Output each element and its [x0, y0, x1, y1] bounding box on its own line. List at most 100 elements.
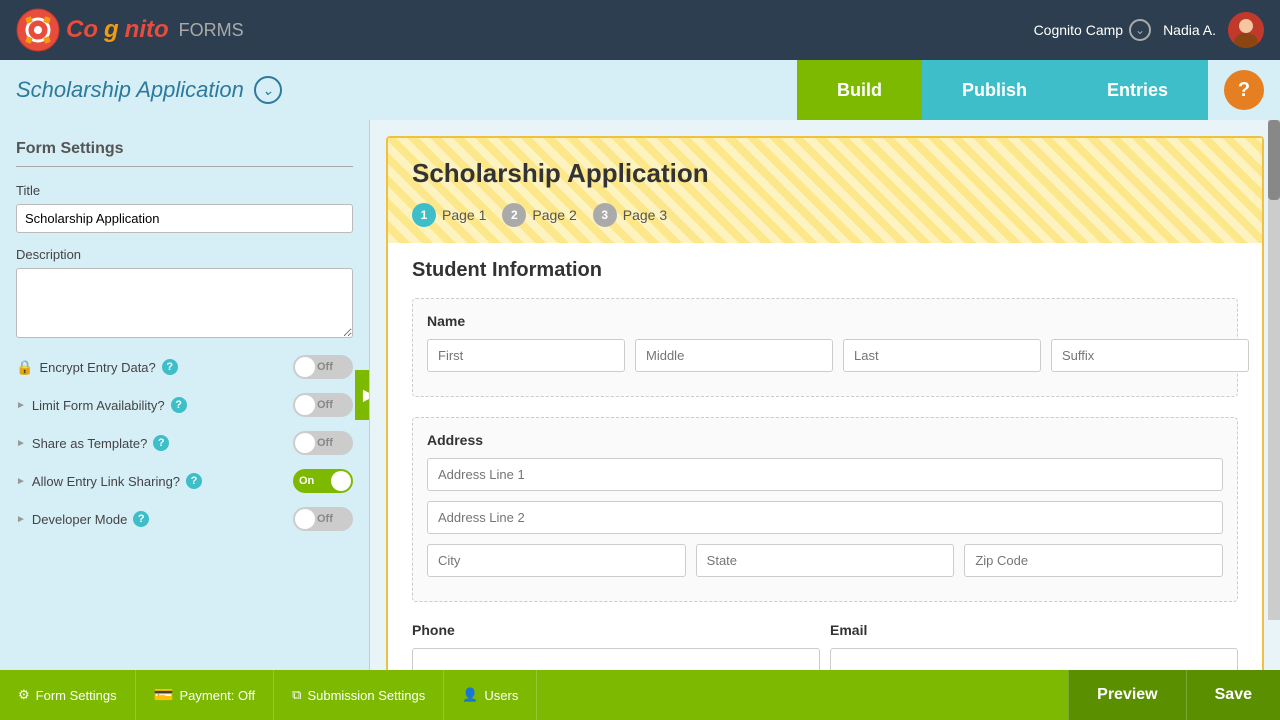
cognito-camp-button[interactable]: Cognito Camp ⌄: [1034, 19, 1152, 41]
form-preview-title: Scholarship Application: [412, 158, 1238, 189]
middle-name-input[interactable]: [635, 339, 833, 372]
zip-input[interactable]: [964, 544, 1223, 577]
developer-help-icon[interactable]: ?: [133, 511, 149, 527]
tab-publish[interactable]: Publish: [922, 60, 1067, 120]
help-button[interactable]: ?: [1224, 70, 1264, 110]
developer-expand-icon: ►: [16, 514, 26, 525]
description-label: Description: [16, 247, 353, 262]
developer-toggle[interactable]: Off: [293, 507, 353, 531]
user-name: Nadia A.: [1163, 22, 1216, 38]
encrypt-toggle[interactable]: Off: [293, 355, 353, 379]
gear-icon: ⚙: [18, 687, 30, 703]
name-input-row: [427, 339, 1223, 372]
content-area: Scholarship Application 1 Page 1 2 Page …: [370, 120, 1280, 670]
page-num-1: 1: [412, 203, 436, 227]
first-name-input[interactable]: [427, 339, 625, 372]
limit-expand-icon: ►: [16, 400, 26, 411]
form-title-chevron-icon[interactable]: ⌄: [254, 76, 282, 104]
city-input[interactable]: [427, 544, 686, 577]
payment-icon: 💳: [154, 685, 174, 705]
limit-toggle[interactable]: Off: [293, 393, 353, 417]
submission-settings-button[interactable]: ⧉ Submission Settings: [274, 670, 444, 720]
tabs: Build Publish Entries: [797, 60, 1208, 120]
limit-help-icon[interactable]: ?: [171, 397, 187, 413]
page-tab-2[interactable]: 2 Page 2: [502, 203, 576, 227]
city-state-zip-row: [427, 544, 1223, 577]
encrypt-help-icon[interactable]: ?: [162, 359, 178, 375]
email-input[interactable]: [830, 648, 1238, 670]
developer-toggle-knob: [295, 509, 315, 529]
share-help-icon[interactable]: ?: [153, 435, 169, 451]
entry-link-help-icon[interactable]: ?: [186, 473, 202, 489]
entry-link-toggle-text: On: [299, 475, 314, 487]
avatar: [1228, 12, 1264, 48]
scrollbar-thumb: [1268, 120, 1280, 200]
address-field-group: Address: [412, 417, 1238, 602]
bottom-bar: ⚙ Form Settings 💳 Payment: Off ⧉ Submiss…: [0, 670, 1280, 720]
users-icon: 👤: [462, 687, 478, 703]
share-expand-icon: ►: [16, 438, 26, 449]
student-info-heading: Student Information: [412, 259, 1238, 282]
share-toggle[interactable]: Off: [293, 431, 353, 455]
payment-button[interactable]: 💳 Payment: Off: [136, 670, 275, 720]
submission-icon: ⧉: [292, 687, 301, 703]
address-label: Address: [427, 432, 1223, 448]
phone-email-row: Phone Email: [412, 622, 1238, 670]
email-label: Email: [830, 622, 1238, 638]
encrypt-toggle-knob: [295, 357, 315, 377]
cognito-camp-chevron-icon[interactable]: ⌄: [1129, 19, 1151, 41]
logo-icon: [16, 8, 60, 52]
encrypt-toggle-text: Off: [317, 361, 333, 373]
save-button[interactable]: Save: [1186, 670, 1280, 720]
users-button[interactable]: 👤 Users: [444, 670, 537, 720]
email-group: Email: [830, 622, 1238, 670]
share-toggle-knob: [295, 433, 315, 453]
lock-icon: 🔒: [16, 359, 33, 376]
phone-label: Phone: [412, 622, 820, 638]
phone-group: Phone: [412, 622, 820, 670]
page-num-3: 3: [593, 203, 617, 227]
address-line1-input[interactable]: [427, 458, 1223, 491]
limit-toggle-text: Off: [317, 399, 333, 411]
tab-build[interactable]: Build: [797, 60, 922, 120]
sidebar: ▶ Form Settings Title Description 🔒 Encr…: [0, 120, 370, 670]
page-num-2: 2: [502, 203, 526, 227]
phone-input[interactable]: [412, 648, 820, 670]
page-tab-1[interactable]: 1 Page 1: [412, 203, 486, 227]
address-line2-input[interactable]: [427, 501, 1223, 534]
form-title-area: Scholarship Application ⌄: [16, 76, 797, 104]
form-settings-button[interactable]: ⚙ Form Settings: [0, 670, 136, 720]
encrypt-row: 🔒 Encrypt Entry Data? ? Off: [16, 355, 353, 379]
last-name-input[interactable]: [843, 339, 1041, 372]
entry-link-expand-icon: ►: [16, 476, 26, 487]
form-settings-title: Form Settings: [16, 140, 353, 167]
logo-forms-text: FORMS: [179, 20, 244, 41]
page-tab-3[interactable]: 3 Page 3: [593, 203, 667, 227]
form-header: Scholarship Application 1 Page 1 2 Page …: [388, 138, 1262, 243]
page-tabs: 1 Page 1 2 Page 2 3 Page 3: [412, 203, 1238, 227]
state-input[interactable]: [696, 544, 955, 577]
tab-bar: Scholarship Application ⌄ Build Publish …: [0, 60, 1280, 120]
description-textarea[interactable]: [16, 268, 353, 338]
developer-toggle-text: Off: [317, 513, 333, 525]
tab-entries[interactable]: Entries: [1067, 60, 1208, 120]
sidebar-collapse-arrow[interactable]: ▶: [355, 370, 370, 420]
suffix-input[interactable]: [1051, 339, 1249, 372]
title-label: Title: [16, 183, 353, 198]
share-toggle-text: Off: [317, 437, 333, 449]
top-nav: Co g nito FORMS Cognito Camp ⌄ Nadia A.: [0, 0, 1280, 60]
preview-button[interactable]: Preview: [1068, 670, 1185, 720]
entry-link-toggle[interactable]: On: [293, 469, 353, 493]
name-field-group: Name: [412, 298, 1238, 397]
name-label: Name: [427, 313, 1223, 329]
form-title-text: Scholarship Application: [16, 77, 244, 103]
title-input[interactable]: [16, 204, 353, 233]
logo[interactable]: Co g nito FORMS: [16, 8, 244, 52]
limit-toggle-knob: [295, 395, 315, 415]
entry-link-toggle-knob: [331, 471, 351, 491]
scrollbar-track[interactable]: [1268, 120, 1280, 620]
form-section-student: Student Information Name Address: [388, 243, 1262, 670]
developer-row: ► Developer Mode ? Off: [16, 507, 353, 531]
form-preview: Scholarship Application 1 Page 1 2 Page …: [386, 136, 1264, 670]
entry-link-row: ► Allow Entry Link Sharing? ? On: [16, 469, 353, 493]
